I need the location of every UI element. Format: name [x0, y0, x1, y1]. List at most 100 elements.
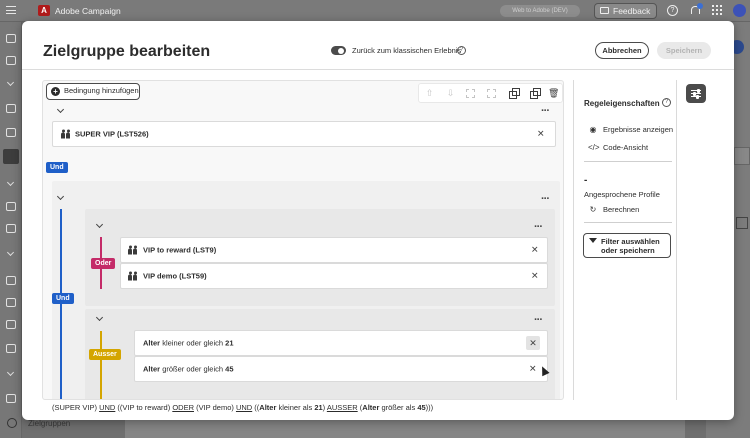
field-label: Alter: [143, 364, 161, 374]
condition-vip-reward[interactable]: VIP to reward (LST9) ✕: [120, 237, 548, 263]
feedback-icon: [600, 7, 609, 14]
folder-search-icon: [736, 217, 748, 229]
add-condition-label: Bedingung hinzufügen: [64, 86, 139, 95]
panel-title: Regeleigenschaften: [584, 99, 660, 108]
org-selector[interactable]: Web to Adobe (DEV): [500, 5, 580, 17]
targeted-profiles-label: Angesprochene Profile: [584, 190, 660, 199]
app-title: Adobe Campaign: [55, 6, 121, 16]
chart-icon[interactable]: [6, 320, 16, 329]
explore-icon[interactable]: [6, 56, 16, 65]
audience-people-icon: [7, 418, 17, 428]
select-or-save-filter-button[interactable]: Filter auswählen oder speichern: [583, 233, 671, 258]
group-icon: [466, 89, 475, 98]
settings-sliders-button[interactable]: [686, 84, 706, 103]
cancel-button[interactable]: Abbrechen: [595, 42, 649, 59]
more-options-icon[interactable]: ···: [534, 222, 543, 233]
remove-condition-icon[interactable]: ✕: [531, 271, 539, 281]
user-avatar[interactable]: [733, 4, 746, 17]
move-up-icon: ⇧: [425, 88, 434, 98]
und-connector-line: [60, 209, 62, 399]
send-icon[interactable]: [6, 128, 16, 137]
nav-item-audiences[interactable]: Zielgruppen: [28, 419, 70, 428]
apps-grid-icon[interactable]: [712, 5, 722, 15]
more-options-icon[interactable]: ···: [541, 106, 550, 117]
operator-und[interactable]: Und: [46, 162, 68, 173]
dialog-title: Zielgruppe bearbeiten: [43, 43, 211, 60]
filter-icon: [589, 238, 597, 243]
chevron-down-icon[interactable]: [6, 248, 15, 257]
remove-condition-icon[interactable]: ✕: [526, 336, 540, 350]
remove-condition-icon[interactable]: ✕: [537, 129, 545, 139]
condition-super-vip[interactable]: SUPER VIP (LST526) ✕: [52, 121, 556, 147]
condition-label: SUPER VIP (LST526): [75, 129, 149, 139]
refresh-icon: ↻: [589, 205, 597, 214]
help-icon[interactable]: ?: [667, 5, 678, 16]
panel-divider: [584, 161, 672, 162]
left-nav: [0, 22, 22, 438]
expr-und: UND: [99, 403, 116, 412]
info-icon[interactable]: ?: [662, 98, 671, 107]
more-options-icon[interactable]: ···: [541, 194, 550, 205]
expr-oder: ODER: [172, 403, 194, 412]
duplicate-icon[interactable]: [529, 88, 541, 99]
offers-icon[interactable]: [6, 224, 16, 233]
move-down-icon: ⇩: [446, 88, 455, 98]
header-divider: [22, 69, 734, 70]
more-options-icon[interactable]: ···: [534, 315, 543, 326]
classic-experience-toggle[interactable]: [331, 46, 346, 55]
list-icon[interactable]: [6, 276, 16, 285]
operator-und[interactable]: Und: [52, 293, 74, 304]
canvas-toolbar: ⇧ ⇩ 🗑: [418, 83, 563, 103]
eye-icon: ◉: [589, 125, 597, 134]
chevron-down-icon[interactable]: [6, 178, 15, 187]
condition-label: VIP demo (LST59): [143, 271, 207, 281]
value-label: 45: [225, 364, 234, 374]
chevron-down-icon[interactable]: [6, 78, 15, 87]
save-button: Speichern: [657, 42, 711, 59]
value-label: 21: [225, 338, 234, 348]
condition-alter-le-21[interactable]: Alter kleiner oder gleich 21 ✕: [134, 330, 548, 356]
ungroup-icon: [487, 89, 496, 98]
background-footer: [125, 420, 685, 438]
shield-icon[interactable]: [6, 344, 16, 353]
copy-icon[interactable]: [508, 88, 520, 99]
rule-builder-canvas[interactable]: + Bedingung hinzufügen ⇧ ⇩ 🗑 ··· SUPER V…: [42, 80, 564, 400]
profile-count: -: [584, 175, 588, 186]
remove-condition-icon[interactable]: ✕: [529, 364, 537, 374]
reports-icon[interactable]: [6, 202, 16, 211]
operator-oder[interactable]: Oder: [91, 258, 116, 269]
rule-properties-panel: Regeleigenschaften ? ◉ Ergebnisse anzeig…: [573, 80, 677, 400]
condition-alter-ge-45[interactable]: Alter größer oder gleich 45 ✕: [134, 356, 548, 382]
classic-experience-label: Zurück zum klassischen Erlebnis: [352, 46, 462, 55]
collapse-chevron-icon[interactable]: [56, 105, 65, 114]
delete-icon[interactable]: 🗑: [548, 88, 559, 99]
operator-ausser[interactable]: Ausser: [89, 349, 121, 360]
ausser-connector-line: [100, 331, 102, 399]
campaigns-icon[interactable]: [6, 104, 16, 113]
operator-label: größer oder gleich: [162, 364, 224, 374]
chevron-down-icon[interactable]: [6, 368, 15, 377]
condition-vip-demo[interactable]: VIP demo (LST59) ✕: [120, 263, 548, 289]
background-input: [734, 147, 750, 165]
profiles-icon[interactable]: [6, 394, 16, 403]
panel-divider: [584, 222, 672, 223]
edit-audience-dialog: Zielgruppe bearbeiten Zurück zum klassis…: [22, 21, 734, 420]
notifications-bell-icon[interactable]: [690, 3, 703, 16]
plus-icon: +: [51, 86, 60, 96]
home-icon[interactable]: [6, 34, 16, 43]
adobe-logo-icon: A: [38, 5, 50, 16]
audience-people-icon: [128, 245, 138, 255]
remove-condition-icon[interactable]: ✕: [531, 245, 539, 255]
expr-ausser: AUSSER: [326, 403, 358, 412]
feedback-button[interactable]: Feedback: [594, 3, 658, 19]
info-icon[interactable]: ?: [457, 46, 466, 55]
condition-label: VIP to reward (LST9): [143, 245, 217, 255]
folder-icon[interactable]: [6, 298, 16, 307]
field-label: Alter: [143, 338, 161, 348]
app-header: A Adobe Campaign Web to Adobe (DEV) Feed…: [0, 0, 750, 22]
hamburger-menu-icon[interactable]: [6, 6, 16, 14]
audiences-icon[interactable]: [3, 149, 19, 164]
add-condition-button[interactable]: + Bedingung hinzufügen: [46, 83, 140, 100]
operator-label: kleiner oder gleich: [162, 338, 224, 348]
rule-expression: (SUPER VIP) UND ((VIP to reward) ODER (V…: [52, 403, 434, 412]
